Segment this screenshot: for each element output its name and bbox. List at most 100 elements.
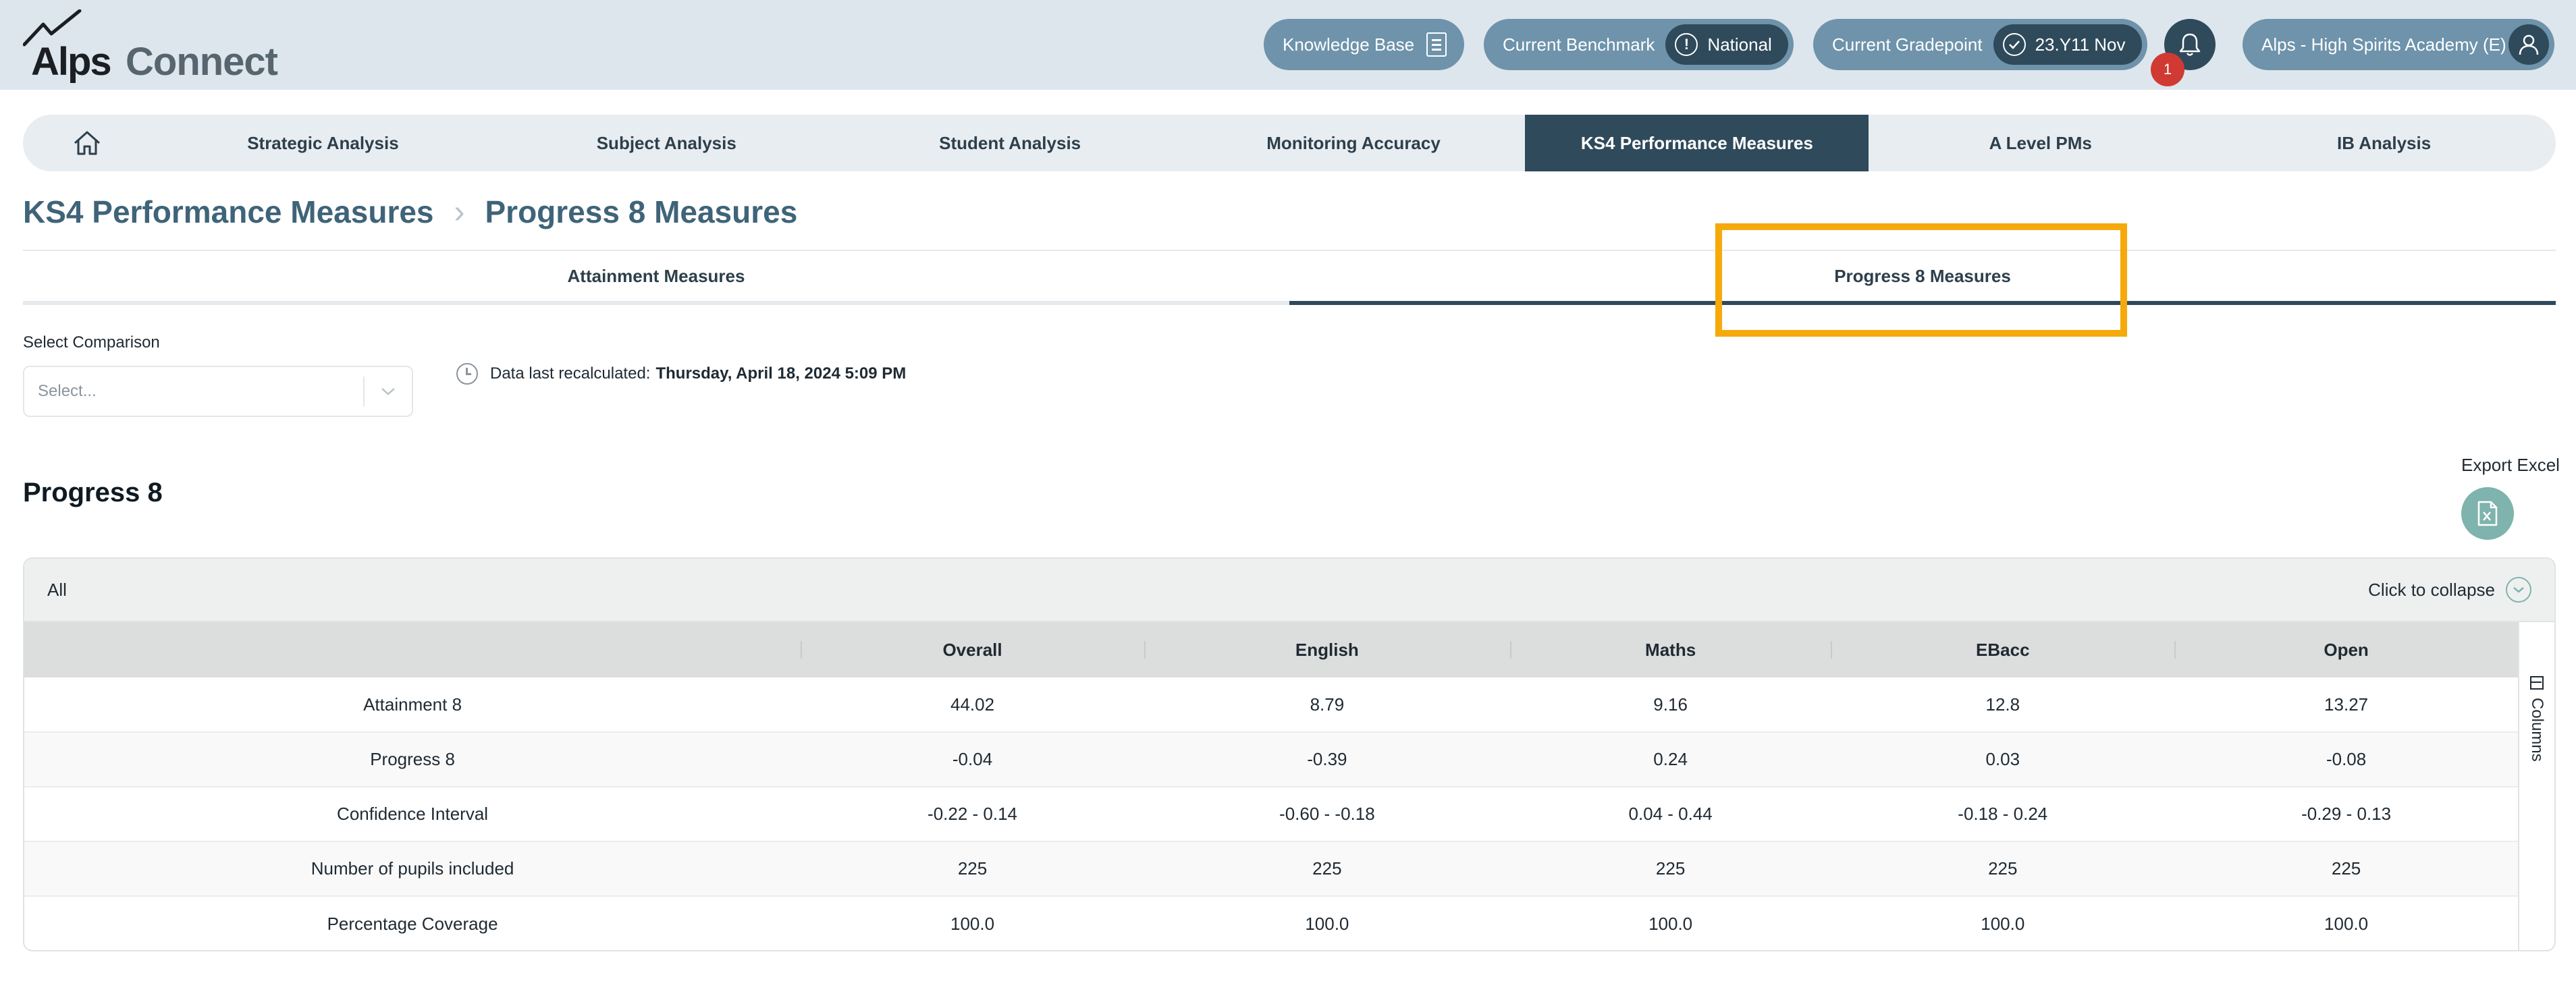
progress-8-panel: All Click to collapse Overall English Ma…: [23, 557, 2556, 951]
table-header-row: Overall English Maths EBacc Open: [24, 622, 2518, 677]
nav-ib-analysis[interactable]: IB Analysis: [2212, 115, 2556, 171]
column-header[interactable]: [24, 622, 801, 677]
nav-monitoring-accuracy[interactable]: Monitoring Accuracy: [1182, 115, 1526, 171]
chevron-right-icon: ›: [454, 194, 465, 230]
nav-ks4-performance-measures[interactable]: KS4 Performance Measures: [1525, 115, 1869, 171]
breadcrumb-parent[interactable]: KS4 Performance Measures: [23, 194, 434, 230]
excel-file-icon: [2477, 501, 2498, 526]
table-cell: 13.27: [2174, 677, 2518, 733]
nav-home[interactable]: [23, 115, 151, 171]
recalc-prefix: Data last recalculated:: [490, 364, 651, 383]
panel-header[interactable]: All Click to collapse: [24, 559, 2554, 622]
table-cell: 0.03: [1831, 732, 2175, 787]
alert-icon: !: [1675, 33, 1698, 56]
table-cell: 12.8: [1831, 677, 2175, 733]
clock-icon: [456, 363, 478, 385]
table-cell: -0.18 - 0.24: [1831, 787, 2175, 842]
table-cell: -0.39: [1144, 732, 1510, 787]
progress-8-table: Overall English Maths EBacc Open Attainm…: [24, 622, 2518, 950]
school-account-button[interactable]: Alps - High Spirits Academy (E): [2243, 19, 2554, 70]
table-cell: 9.16: [1509, 677, 1831, 733]
knowledge-base-button[interactable]: Knowledge Base: [1264, 19, 1465, 70]
knowledge-base-label: Knowledge Base: [1283, 34, 1415, 55]
table-row: Progress 8 -0.04 -0.39 0.24 0.03 -0.08: [24, 732, 2518, 787]
table-cell: 44.02: [801, 677, 1144, 733]
select-comparison-label: Select Comparison: [23, 333, 160, 352]
school-name: Alps - High Spirits Academy (E): [2261, 34, 2506, 55]
table-cell: -0.60 - -0.18: [1144, 787, 1510, 842]
table-cell: 225: [2174, 841, 2518, 897]
columns-label: Columns: [2528, 698, 2546, 762]
measure-tabs: Attainment Measures Progress 8 Measures: [23, 250, 2556, 305]
gradepoint-value: 23.Y11 Nov: [2035, 34, 2126, 55]
column-header[interactable]: Open: [2174, 622, 2518, 677]
table-cell: 100.0: [1648, 913, 1693, 934]
home-icon: [74, 131, 100, 155]
table-cell: -0.22 - 0.14: [801, 787, 1144, 842]
nav-strategic-analysis[interactable]: Strategic Analysis: [151, 115, 495, 171]
row-label: Progress 8: [24, 732, 801, 787]
table-cell: 8.79: [1144, 677, 1510, 733]
table-row: Confidence Interval -0.22 - 0.14 -0.60 -…: [24, 787, 2518, 842]
table-row: Percentage Coverage 100.0 100.0 100.0 10…: [24, 896, 2518, 950]
gradepoint-value-chip[interactable]: 23.Y11 Nov: [1993, 24, 2142, 65]
table-cell: 100.0: [2324, 913, 2369, 934]
notification-count-badge: 1: [2151, 53, 2184, 86]
export-excel-label: Export Excel: [2461, 455, 2560, 475]
current-benchmark-pill[interactable]: Current Benchmark ! National: [1484, 19, 1794, 70]
check-icon: [2002, 33, 2026, 56]
row-label: Attainment 8: [24, 677, 801, 733]
recalc-timestamp: Thursday, April 18, 2024 5:09 PM: [655, 364, 907, 383]
section-title: Progress 8: [23, 478, 163, 507]
table-cell: 225: [1831, 841, 2175, 897]
nav-subject-analysis[interactable]: Subject Analysis: [495, 115, 838, 171]
table-cell: -0.29 - 0.13: [2174, 787, 2518, 842]
alps-connect-logo[interactable]: Alps Connect: [23, 9, 278, 84]
column-header[interactable]: Maths: [1509, 622, 1831, 677]
breadcrumb: KS4 Performance Measures › Progress 8 Me…: [23, 192, 797, 232]
group-label: All: [47, 579, 67, 600]
user-icon: [2508, 24, 2549, 65]
bell-icon: [2179, 33, 2201, 56]
collapse-label: Click to collapse: [2368, 579, 2495, 600]
breadcrumb-current: Progress 8 Measures: [485, 194, 798, 229]
columns-toggle-content: Columns: [2527, 676, 2546, 762]
table-cell: 100.0: [1305, 913, 1349, 934]
column-header[interactable]: EBacc: [1831, 622, 2175, 677]
chevron-down-icon[interactable]: [365, 387, 412, 396]
table-cell: 225: [801, 841, 1144, 897]
columns-icon: [2530, 676, 2544, 690]
gradepoint-label: Current Gradepoint: [1832, 34, 1983, 55]
table-cell: 225: [1144, 841, 1510, 897]
table-cell: 100.0: [950, 913, 995, 934]
benchmark-value-chip[interactable]: ! National: [1665, 24, 1788, 65]
logo-connect-text: Connect: [126, 40, 278, 84]
data-recalculated-info: Data last recalculated: Thursday, April …: [456, 362, 906, 386]
main-nav: Strategic Analysis Subject Analysis Stud…: [23, 115, 2556, 171]
table-cell: 0.04 - 0.44: [1509, 787, 1831, 842]
column-header[interactable]: Overall: [801, 622, 1144, 677]
column-header[interactable]: English: [1144, 622, 1510, 677]
chevron-circle-icon: [2506, 577, 2531, 603]
nav-a-level-pms[interactable]: A Level PMs: [1869, 115, 2212, 171]
columns-toggle[interactable]: Columns: [2518, 622, 2554, 950]
comparison-select[interactable]: Select...: [23, 366, 413, 417]
app-header: Alps Connect Knowledge Base Current Benc…: [0, 0, 2576, 90]
table-cell: 225: [1509, 841, 1831, 897]
book-icon: [1426, 32, 1447, 57]
benchmark-value: National: [1707, 34, 1772, 55]
highlight-box: [1715, 223, 2127, 337]
table-cell: 0.24: [1509, 732, 1831, 787]
table-cell: 100.0: [1981, 913, 2025, 934]
logo-alps-text: Alps: [31, 40, 112, 84]
row-label: Confidence Interval: [24, 787, 801, 842]
collapse-toggle[interactable]: Click to collapse: [2368, 577, 2531, 603]
current-gradepoint-pill[interactable]: Current Gradepoint 23.Y11 Nov: [1813, 19, 2147, 70]
export-excel-button[interactable]: [2461, 487, 2514, 540]
benchmark-label: Current Benchmark: [1503, 34, 1655, 55]
nav-student-analysis[interactable]: Student Analysis: [838, 115, 1182, 171]
table-row: Number of pupils included 225 225 225 22…: [24, 841, 2518, 897]
tab-attainment-measures[interactable]: Attainment Measures: [23, 251, 1289, 305]
row-label: Number of pupils included: [24, 841, 801, 897]
row-label: Percentage Coverage: [327, 913, 498, 934]
